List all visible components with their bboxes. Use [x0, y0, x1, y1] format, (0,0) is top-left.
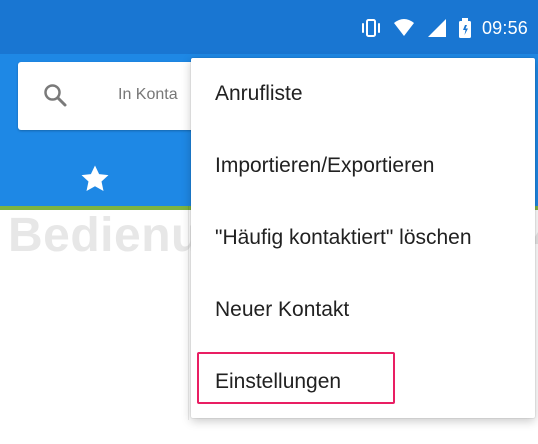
menu-item-label: "Häufig kontaktiert" löschen [215, 226, 472, 249]
status-icons: 09:56 [360, 14, 528, 42]
status-time: 09:56 [481, 17, 528, 38]
menu-item-call-log[interactable]: Anrufliste [191, 58, 535, 130]
menu-item-import-export[interactable]: Importieren/Exportieren [191, 130, 535, 202]
divider [188, 206, 189, 420]
signal-icon [426, 17, 448, 39]
menu-item-label: Anrufliste [215, 82, 303, 105]
menu-item-label: Einstellungen [215, 370, 342, 393]
menu-item-new-contact[interactable]: Neuer Kontakt [191, 274, 535, 346]
menu-item-clear-frequent[interactable]: "Häufig kontaktiert" löschen [191, 202, 535, 274]
menu-item-label: Neuer Kontakt [215, 298, 350, 321]
search-bar[interactable]: In Konta [18, 62, 208, 130]
menu-item-label: Importieren/Exportieren [215, 154, 435, 177]
search-icon [42, 82, 68, 108]
search-input[interactable]: In Konta [118, 86, 178, 104]
battery-icon [458, 17, 472, 39]
overflow-menu: Anrufliste Importieren/Exportieren "Häuf… [191, 58, 535, 418]
status-bar: 09:56 [0, 0, 538, 54]
star-icon[interactable] [78, 162, 112, 196]
menu-item-settings[interactable]: Einstellungen [191, 346, 535, 418]
wifi-icon [392, 17, 416, 39]
vibrate-icon [360, 17, 382, 39]
